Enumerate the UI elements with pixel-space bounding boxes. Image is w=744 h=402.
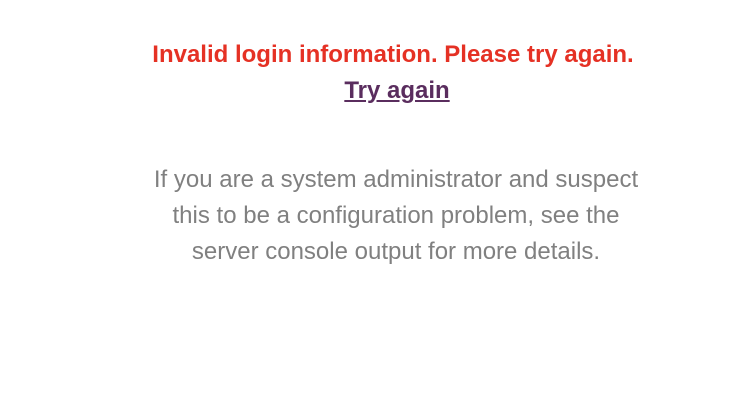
login-error-page: Invalid login information. Please try ag… [0, 0, 744, 402]
admin-help-text: If you are a system administrator and su… [153, 166, 639, 265]
try-again-link[interactable]: Try again [0, 74, 744, 108]
error-message: Invalid login information. Please try ag… [152, 41, 634, 68]
